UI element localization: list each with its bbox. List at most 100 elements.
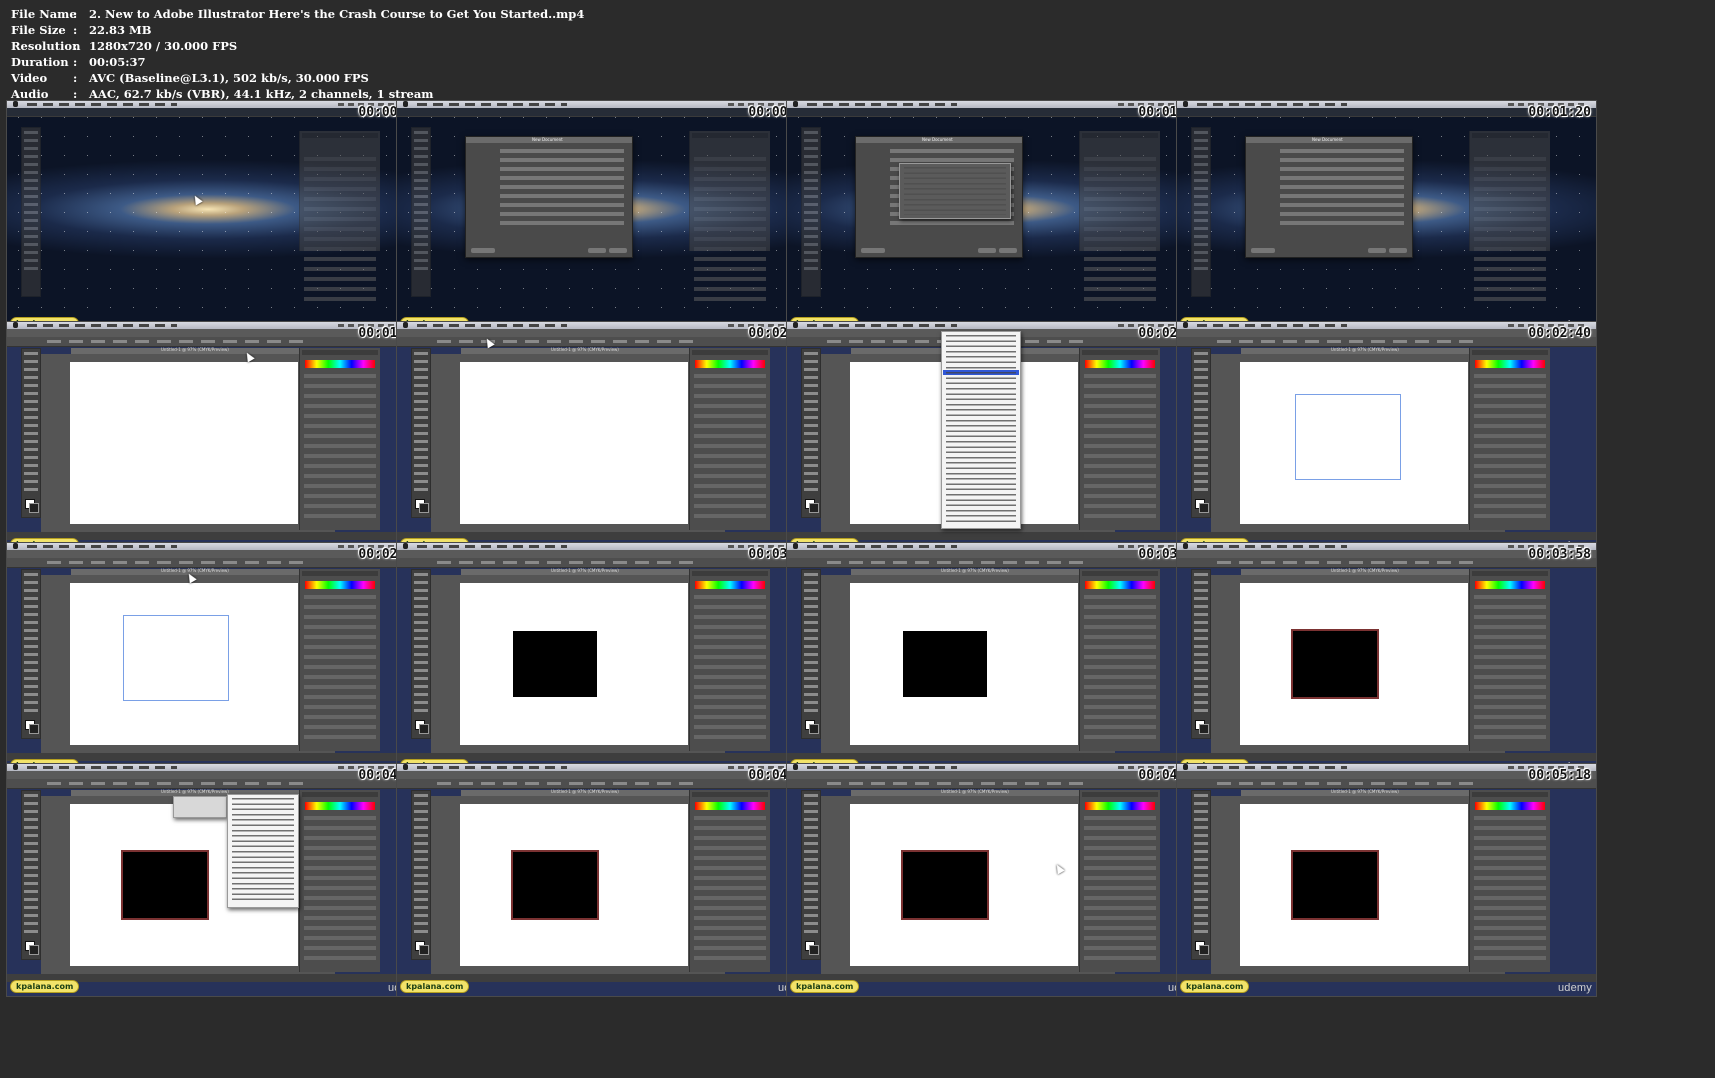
artboard[interactable] (460, 362, 688, 524)
tools-panel[interactable] (21, 348, 41, 518)
color-spectrum[interactable] (305, 360, 375, 368)
document-tab[interactable]: Untitled-1 @ 97% (CMYK/Preview) (1241, 568, 1477, 575)
stroked-rectangle[interactable] (121, 850, 209, 920)
document-title: Untitled-1 @ 97% (CMYK/Preview) (941, 568, 1009, 573)
ok-button[interactable] (1389, 248, 1407, 253)
apple-icon (1183, 764, 1188, 770)
document-title: Untitled-1 @ 97% (CMYK/Preview) (551, 568, 619, 573)
color-spectrum[interactable] (1475, 360, 1545, 368)
document-title: Untitled-1 @ 97% (CMYK/Preview) (551, 789, 619, 794)
cancel-button[interactable] (978, 248, 996, 253)
document-tab[interactable]: Untitled-1 @ 97% (CMYK/Preview) (851, 568, 1087, 575)
video-frame: Untitled-1 @ 97% (CMYK/Preview) 00:05:18 k… (1176, 763, 1597, 997)
graphic-styles-panel[interactable] (173, 796, 227, 818)
black-rectangle[interactable] (903, 631, 987, 697)
tools-panel[interactable] (1191, 569, 1211, 739)
stroked-rectangle[interactable] (1291, 850, 1379, 920)
templates-button[interactable] (861, 248, 885, 253)
color-spectrum[interactable] (305, 581, 375, 589)
timestamp: 00:03:58 (1528, 547, 1591, 562)
tools-panel (21, 127, 41, 297)
panel-dock[interactable] (689, 790, 770, 972)
color-spectrum[interactable] (1475, 581, 1545, 589)
apple-icon (793, 764, 798, 770)
video-frame: New Document00:01:00kpalana.comudemy (786, 100, 1207, 334)
tools-panel[interactable] (801, 348, 821, 518)
document-tab[interactable]: Untitled-1 @ 97% (CMYK/Preview) (461, 568, 697, 575)
tools-panel[interactable] (411, 569, 431, 739)
panel-dock[interactable] (299, 348, 380, 530)
tools-panel[interactable] (21, 790, 41, 960)
video-frame: Untitled-1 @ 97% (CMYK/Preview)00:02:58k… (6, 542, 427, 776)
document-tab[interactable]: Untitled-1 @ 97% (CMYK/Preview) (1241, 347, 1477, 354)
document-title: Untitled-1 @ 97% (CMYK/Preview) (161, 568, 229, 573)
templates-button[interactable] (471, 248, 495, 253)
document-tab[interactable]: Untitled-1 @ 97% (CMYK/Preview) (1241, 789, 1477, 796)
color-spectrum[interactable] (1475, 802, 1545, 810)
panel-dock[interactable] (1469, 569, 1550, 751)
rectangle-outline[interactable] (1295, 394, 1401, 480)
apple-icon (403, 543, 408, 549)
tools-panel[interactable] (801, 569, 821, 739)
color-spectrum[interactable] (695, 581, 765, 589)
tools-panel (801, 127, 821, 297)
apple-icon (13, 764, 18, 770)
apple-icon (793, 543, 798, 549)
panel-dock[interactable] (1079, 348, 1160, 530)
color-spectrum[interactable] (1085, 802, 1155, 810)
panel-dock[interactable] (1079, 569, 1160, 751)
tools-panel[interactable] (21, 569, 41, 739)
cancel-button[interactable] (588, 248, 606, 253)
graphic-styles-menu[interactable] (227, 794, 299, 908)
artboard[interactable] (70, 362, 298, 524)
panel-dock[interactable] (1079, 790, 1160, 972)
stroked-rectangle[interactable] (1291, 629, 1379, 699)
new-document-dialog[interactable]: New Document (465, 136, 633, 258)
panel-dock[interactable] (1469, 790, 1550, 972)
document-tab[interactable]: Untitled-1 @ 97% (CMYK/Preview) (461, 347, 697, 354)
dialog-title: New Document (1312, 137, 1343, 142)
rectangle-outline[interactable] (123, 615, 229, 701)
apple-icon (13, 543, 18, 549)
color-spectrum[interactable] (695, 802, 765, 810)
document-tab[interactable]: Untitled-1 @ 97% (CMYK/Preview) (851, 789, 1087, 796)
apple-icon (403, 101, 408, 107)
panel-dock[interactable] (689, 348, 770, 530)
ok-button[interactable] (609, 248, 627, 253)
templates-button[interactable] (1251, 248, 1275, 253)
panel-dock[interactable] (299, 790, 380, 972)
panel-dock[interactable] (1469, 348, 1550, 530)
document-tab[interactable]: Untitled-1 @ 97% (CMYK/Preview) (71, 347, 307, 354)
kpalana-watermark: kpalana.com (1180, 980, 1250, 993)
tools-panel[interactable] (1191, 790, 1211, 960)
document-tab[interactable]: Untitled-1 @ 97% (CMYK/Preview) (461, 789, 697, 796)
kpalana-watermark: kpalana.com (790, 980, 860, 993)
panel-dock (689, 131, 770, 307)
apple-icon (13, 322, 18, 328)
tools-panel[interactable] (801, 790, 821, 960)
video-frame: Untitled-1 @ 97% (CMYK/Preview)00:02:00k… (396, 321, 817, 555)
color-spectrum[interactable] (305, 802, 375, 810)
panel-dock[interactable] (299, 569, 380, 751)
black-rectangle[interactable] (513, 631, 597, 697)
document-title: Untitled-1 @ 97% (CMYK/Preview) (551, 347, 619, 352)
apple-icon (403, 322, 408, 328)
document-title: Untitled-1 @ 97% (CMYK/Preview) (1331, 789, 1399, 794)
window-menu[interactable] (941, 331, 1021, 529)
tools-panel (1191, 127, 1211, 297)
tools-panel[interactable] (411, 348, 431, 518)
panel-dock[interactable] (689, 569, 770, 751)
color-spectrum[interactable] (1085, 360, 1155, 368)
color-spectrum[interactable] (695, 360, 765, 368)
new-document-dialog[interactable]: New Document (1245, 136, 1413, 258)
tools-panel[interactable] (411, 790, 431, 960)
cancel-button[interactable] (1368, 248, 1386, 253)
video-frame: Untitled-1 @ 97% (CMYK/Preview) 00:04:58 k… (786, 763, 1207, 997)
video-frame: 00:00:20kpalana.comudemy (6, 100, 427, 334)
stroked-rectangle[interactable] (511, 850, 599, 920)
ok-button[interactable] (999, 248, 1017, 253)
stroked-rectangle[interactable] (901, 850, 989, 920)
profile-dropdown[interactable] (899, 163, 1011, 219)
tools-panel[interactable] (1191, 348, 1211, 518)
color-spectrum[interactable] (1085, 581, 1155, 589)
